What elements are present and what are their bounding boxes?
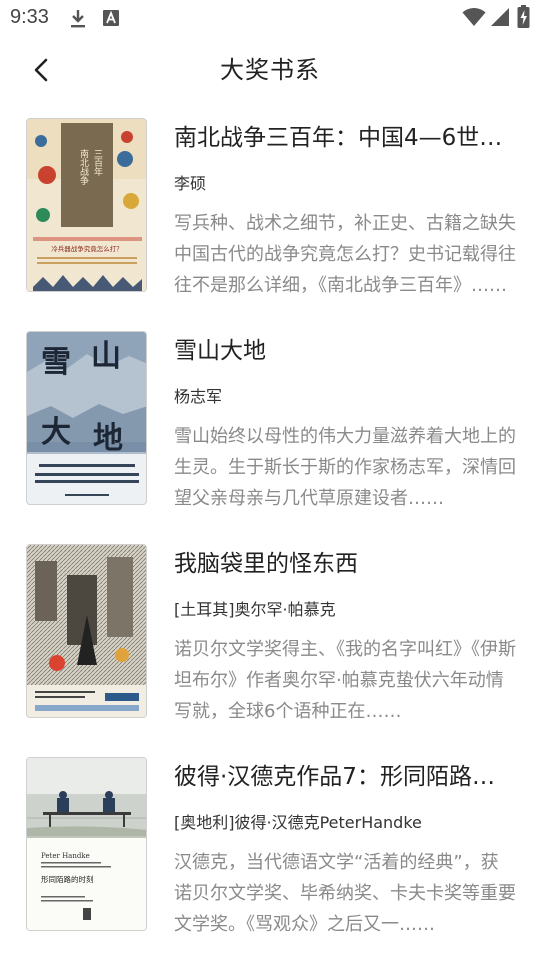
- svg-text:雪: 雪: [41, 345, 71, 380]
- app-bar: 大奖书系: [0, 36, 540, 104]
- svg-text:形同陌路的时刻: 形同陌路的时刻: [41, 874, 94, 884]
- book-cover: 南北战争 三百年 冷兵器战争究竟怎么打？: [26, 118, 147, 292]
- book-title: 我脑袋里的怪东西: [174, 551, 358, 577]
- page-title: 大奖书系: [220, 56, 320, 84]
- svg-text:山: 山: [91, 339, 121, 374]
- list-item[interactable]: 我脑袋里的怪东西 [土耳其]奥尔罕·帕慕克 诺贝尔文学奖得主、《我的名字叫红》《…: [0, 530, 540, 730]
- status-bar: 9:33: [0, 0, 540, 36]
- book-cover: 雪 山 大 地: [26, 331, 147, 505]
- download-icon: [68, 8, 88, 34]
- font-a-icon: [102, 8, 120, 32]
- book-title: 雪山大地: [174, 338, 266, 364]
- book-cover: Peter Handke 形同陌路的时刻: [26, 757, 147, 931]
- list-item[interactable]: Peter Handke 形同陌路的时刻 彼得·汉德克作品7：形同陌路的时刻 […: [0, 743, 540, 943]
- list-item[interactable]: 南北战争 三百年 冷兵器战争究竟怎么打？ 南北战争三百年：中国4—6世纪的军事与…: [0, 104, 540, 304]
- book-author: [奥地利]彼得·汉德克PeterHandke: [174, 813, 422, 832]
- book-description: 写兵种、战术之细节，补正史、古籍之缺失中国古代的战争究竟怎么打？史书记载得往往不…: [174, 213, 516, 296]
- svg-text:三百年: 三百年: [92, 149, 103, 177]
- signal-icon: [490, 7, 510, 31]
- book-title: 彼得·汉德克作品7：形同陌路的时刻: [174, 764, 514, 790]
- book-description: 诺贝尔文学奖得主、《我的名字叫红》《伊斯坦布尔》作者奥尔罕·帕慕克蛰伏六年动情写…: [174, 639, 516, 722]
- list-item[interactable]: 雪 山 大 地 雪山大地 杨志军 雪山始终以母性的伟大力量滋养着大地上的生灵。生…: [0, 317, 540, 517]
- book-description: 汉德克，当代德语文学“活着的经典”，获诺贝尔文学奖、毕希纳奖、卡夫卡奖等重要文学…: [174, 852, 516, 935]
- battery-icon: [517, 5, 530, 33]
- book-author: [土耳其]奥尔罕·帕慕克: [174, 600, 336, 619]
- book-description: 雪山始终以母性的伟大力量滋养着大地上的生灵。生于斯长于斯的作家杨志军，深情回望父…: [174, 426, 516, 509]
- book-author: 李硕: [174, 174, 207, 193]
- book-author: 杨志军: [174, 387, 223, 406]
- svg-text:南北战争: 南北战争: [78, 148, 89, 186]
- svg-text:冷兵器战争究竟怎么打？: 冷兵器战争究竟怎么打？: [51, 244, 123, 253]
- status-time: 9:33: [10, 6, 49, 28]
- svg-text:地: 地: [93, 421, 123, 456]
- svg-text:Peter Handke: Peter Handke: [41, 852, 90, 860]
- wifi-icon: [462, 7, 486, 31]
- svg-text:大: 大: [41, 415, 71, 450]
- book-title: 南北战争三百年：中国4—6世纪的军事与政权: [174, 125, 514, 151]
- book-cover: [26, 544, 147, 718]
